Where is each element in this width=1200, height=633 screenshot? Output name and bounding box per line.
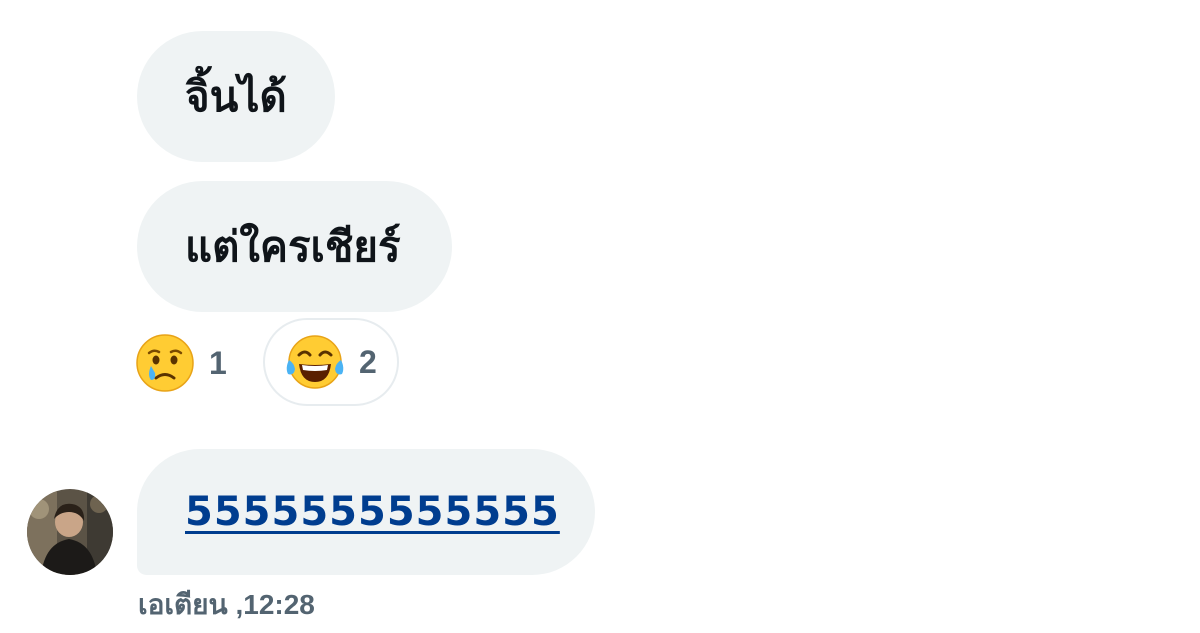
reaction-crying-face[interactable]: 1 bbox=[135, 332, 227, 394]
message-meta: เอเตียน ,12:28 bbox=[138, 583, 315, 627]
message-link[interactable]: 5555555555555 bbox=[185, 489, 560, 535]
message-bubble[interactable]: จิ้นได้ bbox=[137, 31, 335, 162]
reaction-count: 1 bbox=[209, 344, 227, 381]
avatar[interactable] bbox=[27, 489, 113, 575]
crying-face-emoji-icon bbox=[135, 333, 195, 393]
tears-of-joy-emoji-icon bbox=[285, 332, 345, 392]
message-text: จิ้นได้ bbox=[185, 71, 287, 121]
reaction-tears-of-joy[interactable]: 2 bbox=[263, 318, 399, 406]
message-text: แต่ใครเชียร์ bbox=[185, 221, 401, 271]
message-bubble[interactable]: แต่ใครเชียร์ bbox=[137, 181, 452, 312]
message-bubble[interactable]: 5555555555555 bbox=[137, 449, 595, 575]
reaction-count: 2 bbox=[359, 343, 377, 380]
message-time: 12:28 bbox=[243, 589, 315, 620]
sender-name[interactable]: เอเตียน bbox=[138, 589, 228, 620]
